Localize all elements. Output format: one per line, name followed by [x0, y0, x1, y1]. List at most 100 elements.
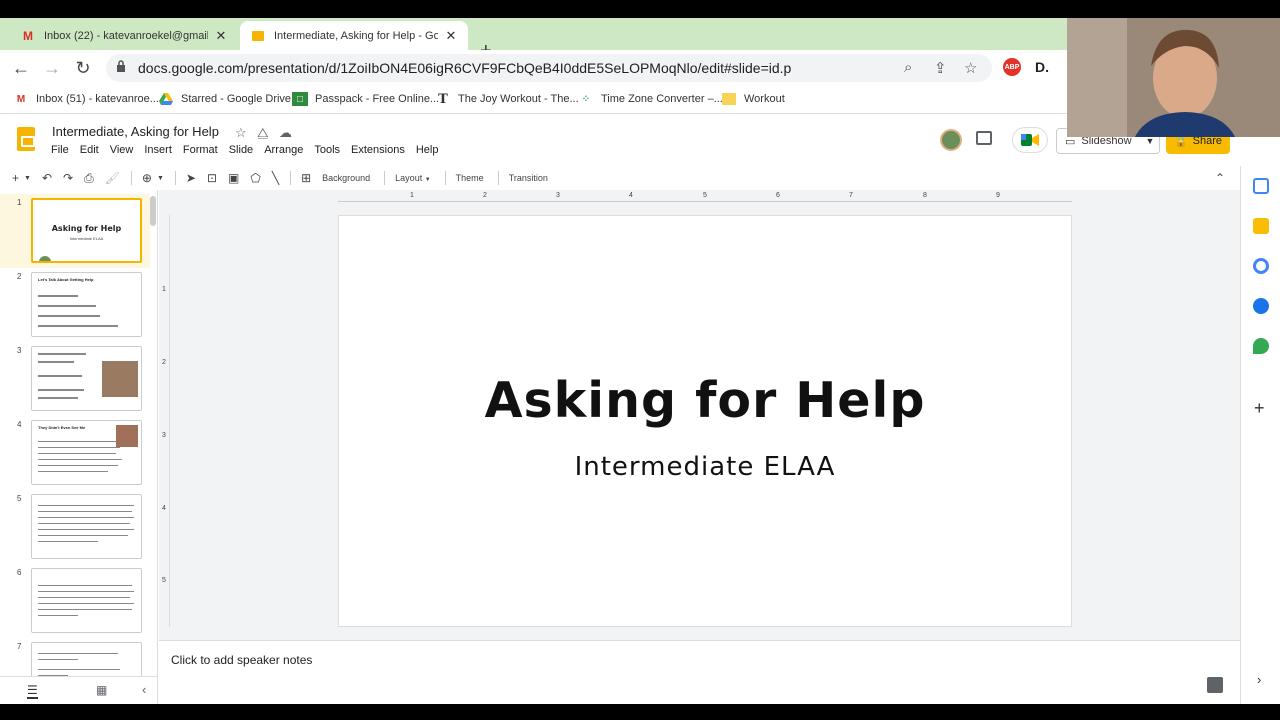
- bookmark-item[interactable]: □ Passpack - Free Online...: [292, 92, 439, 106]
- star-icon[interactable]: ☆: [235, 125, 247, 141]
- explore-icon[interactable]: [1207, 677, 1223, 693]
- document-title[interactable]: Intermediate, Asking for Help: [52, 124, 219, 139]
- move-to-drive-icon[interactable]: ⧋: [257, 125, 269, 141]
- list-view-icon[interactable]: ☰: [27, 683, 38, 699]
- keep-icon[interactable]: [1253, 218, 1269, 234]
- text-line: [38, 529, 134, 530]
- nyt-icon: T: [438, 91, 448, 107]
- slide-number: 7: [17, 642, 22, 651]
- expand-panel-icon[interactable]: ›: [1257, 672, 1261, 687]
- menu-extensions[interactable]: Extensions: [351, 144, 405, 156]
- theme-button[interactable]: Theme: [456, 173, 484, 183]
- bookmark-label: Time Zone Converter –...: [601, 93, 723, 105]
- bookmark-item[interactable]: Starred - Google Drive: [158, 92, 291, 106]
- back-icon[interactable]: ←: [11, 58, 31, 78]
- bookmark-label: The Joy Workout - The...: [458, 93, 579, 105]
- filmstrip-scrollbar[interactable]: [150, 196, 156, 226]
- line-icon[interactable]: ╲: [272, 171, 279, 185]
- collapse-filmstrip-icon[interactable]: ‹: [142, 682, 146, 697]
- text-box-icon[interactable]: ⊡: [207, 171, 217, 185]
- tab-slides[interactable]: Intermediate, Asking for Help - Google ✕: [240, 21, 468, 50]
- menu-tools[interactable]: Tools: [314, 144, 340, 156]
- text-line: [38, 505, 134, 506]
- paint-format-icon[interactable]: 🖌: [105, 171, 120, 185]
- toolbar: + ▼ ↶ ↷ ⎙ 🖌 ⊕ ▼ ➤ ⊡ ▣ ⬠ ╲ ⊞ Background L…: [12, 166, 1240, 190]
- chevron-down-icon[interactable]: ▼: [24, 175, 31, 182]
- menu-format[interactable]: Format: [183, 144, 218, 156]
- comment-add-icon[interactable]: ⊞: [301, 171, 311, 185]
- menu-file[interactable]: File: [51, 144, 69, 156]
- address-bar[interactable]: docs.google.com/presentation/d/1ZoiIbON4…: [106, 54, 992, 82]
- tasks-icon[interactable]: [1253, 258, 1269, 274]
- slide-thumbnail[interactable]: 5: [0, 490, 150, 564]
- select-icon[interactable]: ➤: [186, 171, 196, 185]
- bookmark-item[interactable]: Workout: [721, 92, 785, 106]
- gmail-icon: M: [16, 93, 26, 105]
- calendar-icon[interactable]: [1253, 178, 1269, 194]
- collaborator-avatar[interactable]: [940, 129, 962, 151]
- slide-number: 1: [17, 198, 22, 207]
- redo-icon[interactable]: ↷: [63, 171, 73, 185]
- bookmark-item[interactable]: M Inbox (51) - katevanroe...: [13, 92, 159, 106]
- menu-help[interactable]: Help: [416, 144, 439, 156]
- slide-subtitle[interactable]: Intermediate ELAA: [339, 452, 1071, 482]
- slide-thumbnail[interactable]: 6: [0, 564, 150, 638]
- tab-title: Inbox (22) - katevanroekel@gmail.com: [44, 29, 208, 42]
- chevron-down-icon: ▼: [424, 177, 431, 183]
- top-black-bar: [0, 0, 1280, 18]
- menu-insert[interactable]: Insert: [144, 144, 172, 156]
- horizontal-ruler: 1 2 3 4 5 6 7 8 9: [338, 192, 1072, 202]
- add-addon-icon[interactable]: +: [1254, 398, 1265, 419]
- zoom-icon[interactable]: ⊕: [142, 171, 152, 185]
- forward-icon[interactable]: →: [42, 58, 62, 78]
- undo-icon[interactable]: ↶: [42, 171, 52, 185]
- menu-view[interactable]: View: [110, 144, 134, 156]
- maps-icon[interactable]: [1253, 338, 1269, 354]
- extension-d-icon[interactable]: D.: [1033, 58, 1051, 76]
- menu-arrange[interactable]: Arrange: [264, 144, 303, 156]
- shape-icon[interactable]: ⬠: [250, 171, 260, 185]
- adblock-extension-icon[interactable]: ABP: [1003, 58, 1021, 76]
- text-line: [38, 447, 120, 448]
- chevron-down-icon[interactable]: ▼: [1146, 136, 1155, 146]
- slide-thumbnail[interactable]: 2 Let's Talk About Getting Help: [0, 268, 150, 342]
- close-icon[interactable]: ✕: [444, 28, 458, 44]
- slide-thumbnail[interactable]: 4 They Didn't Even See Me: [0, 416, 150, 490]
- text-line: [38, 453, 116, 454]
- text-line: [38, 389, 84, 391]
- comment-icon[interactable]: [976, 131, 992, 145]
- image-icon[interactable]: ▣: [228, 171, 239, 185]
- slide-thumbnail[interactable]: 7: [0, 638, 150, 676]
- slide-number: 3: [17, 346, 22, 355]
- star-icon[interactable]: ☆: [964, 59, 977, 77]
- bookmark-item[interactable]: ⁘ Time Zone Converter –...: [578, 92, 723, 106]
- share-page-icon[interactable]: ⇪: [934, 59, 947, 77]
- slide-thumbnail[interactable]: 3: [0, 342, 150, 416]
- speaker-notes[interactable]: Click to add speaker notes: [159, 640, 1240, 704]
- tab-gmail[interactable]: M Inbox (22) - katevanroekel@gmail.com ✕: [10, 21, 238, 50]
- collapse-toolbar-icon[interactable]: ⌃: [1215, 171, 1225, 185]
- slide-canvas[interactable]: Asking for Help Intermediate ELAA: [338, 215, 1072, 627]
- text-line: [38, 471, 108, 472]
- transition-button[interactable]: Transition: [509, 173, 548, 183]
- contacts-icon[interactable]: [1253, 298, 1269, 314]
- meet-button[interactable]: [1012, 127, 1048, 153]
- reload-icon[interactable]: ↻: [73, 58, 93, 78]
- print-icon[interactable]: ⎙: [84, 171, 94, 186]
- slide-thumbnail[interactable]: 1 Asking for Help Intermediate ELAA: [0, 194, 150, 268]
- bookmark-item[interactable]: T The Joy Workout - The...: [435, 91, 579, 107]
- grid-view-icon[interactable]: ▦: [96, 683, 107, 697]
- menu-edit[interactable]: Edit: [80, 144, 99, 156]
- search-icon[interactable]: ⌕: [904, 59, 912, 76]
- slide-title[interactable]: Asking for Help: [339, 372, 1071, 429]
- text-line: [38, 609, 132, 610]
- chevron-down-icon[interactable]: ▼: [157, 175, 164, 182]
- text-line: [38, 397, 78, 399]
- layout-button[interactable]: Layout ▼: [395, 173, 431, 183]
- ruler-tick: 1: [162, 286, 166, 293]
- menu-slide[interactable]: Slide: [229, 144, 253, 156]
- close-icon[interactable]: ✕: [214, 28, 228, 44]
- background-button[interactable]: Background: [322, 173, 370, 183]
- new-slide-icon[interactable]: +: [12, 171, 19, 185]
- slides-logo-icon[interactable]: [17, 127, 35, 151]
